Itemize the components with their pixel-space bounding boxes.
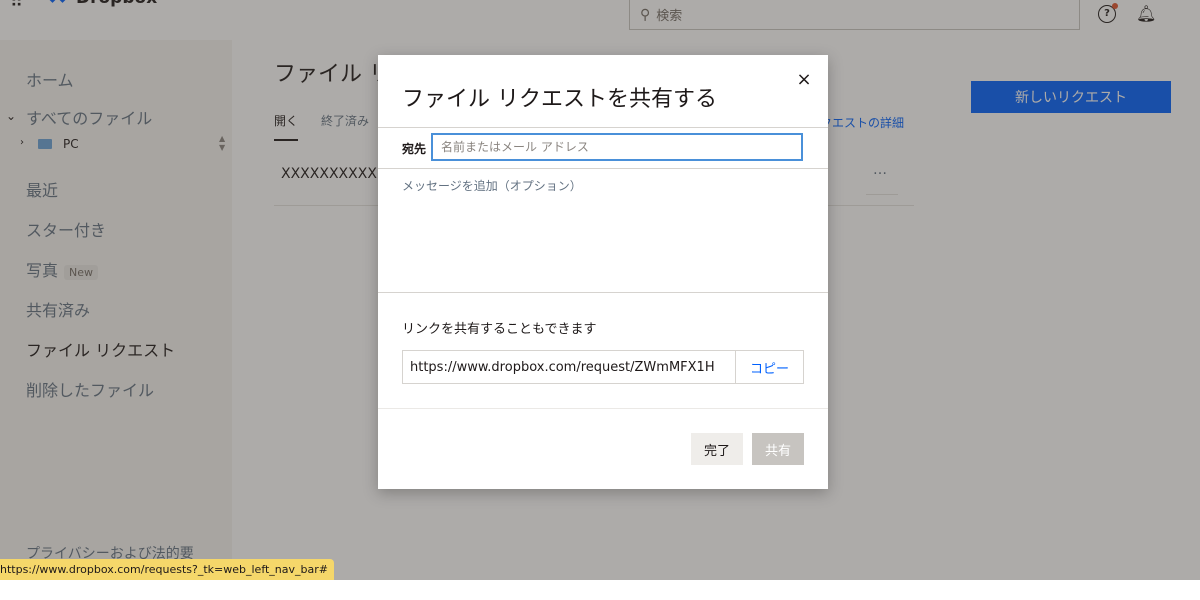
share-link-field[interactable]: https://www.dropbox.com/request/ZWmMFX1H (402, 350, 736, 384)
recipient-input[interactable] (431, 133, 803, 161)
divider (378, 168, 828, 169)
share-link-label: リンクを共有することもできます (402, 322, 597, 337)
share-button[interactable]: 共有 (752, 433, 804, 465)
close-icon[interactable]: × (794, 69, 814, 90)
message-textarea[interactable] (402, 177, 812, 277)
divider (378, 408, 828, 409)
copy-link-button[interactable]: コピー (736, 350, 804, 384)
share-file-request-dialog: ファイル リクエストを共有する × 宛先 リンクを共有することもできます htt… (378, 55, 828, 489)
divider (378, 292, 828, 293)
to-label: 宛先 (402, 142, 427, 156)
dialog-title: ファイル リクエストを共有する (402, 87, 717, 112)
divider (378, 127, 828, 128)
done-button[interactable]: 完了 (691, 433, 743, 465)
status-bar-url: https://www.dropbox.com/requests?_tk=web… (0, 559, 334, 580)
